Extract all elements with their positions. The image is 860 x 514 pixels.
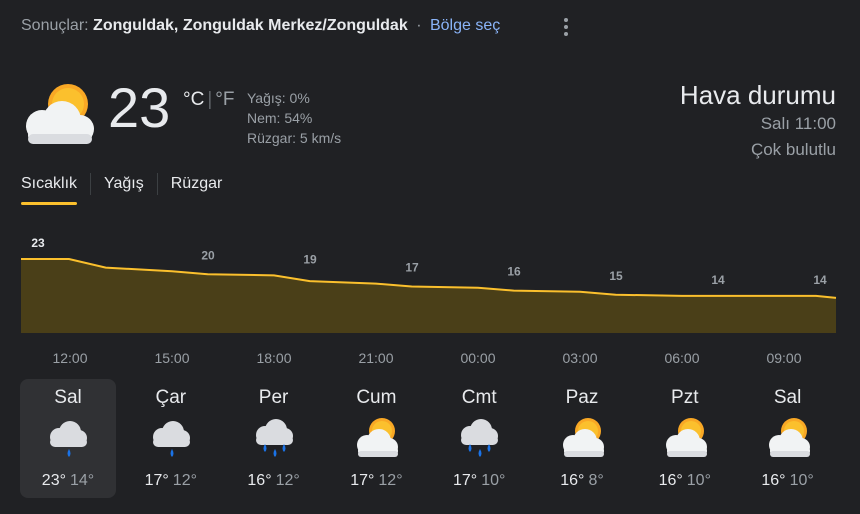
high-temp: 17°: [144, 472, 169, 489]
day-temps: 16° 12°: [226, 472, 322, 490]
high-temp: 16°: [658, 472, 683, 489]
more-options-icon[interactable]: [556, 15, 576, 39]
high-temp: 23°: [41, 472, 66, 489]
day-name: Pzt: [671, 387, 699, 408]
rain-icon: [50, 421, 87, 457]
day-name: Çar: [155, 387, 187, 408]
heavy-rain-icon: [461, 419, 499, 457]
weather-title: Hava durumu: [679, 80, 836, 110]
chart-data-label: 15: [609, 269, 623, 283]
tab-divider: [90, 173, 92, 195]
low-temp: 10°: [789, 472, 814, 489]
day-temps: 16° 10°: [637, 472, 733, 490]
day-name: Paz: [565, 387, 599, 408]
chart-data-label: 17: [405, 261, 419, 275]
humidity-text: Nem: 54%: [247, 110, 313, 126]
chart-time-label: 18:00: [256, 350, 291, 366]
forecast-day[interactable]: Pzt 16° 10°: [637, 379, 733, 498]
daily-forecast: Sal 23° 14° Çar 17° 12° Per 16° 12° Cum 17° 12° Cmt 1…: [20, 379, 842, 498]
chart-tabs: Sıcaklık Yağış Rüzgar: [21, 173, 223, 205]
day-temps: 16° 10°: [740, 472, 836, 490]
chart-data-label: 14: [711, 273, 725, 287]
day-temps: 17° 12°: [328, 472, 424, 490]
day-name: Sal: [54, 387, 82, 408]
tab-precipitation[interactable]: Yağış: [104, 175, 144, 205]
condition-text: Çok bulutlu: [750, 140, 836, 159]
current-time: Salı 11:00: [760, 114, 836, 133]
tab-wind[interactable]: Rüzgar: [171, 175, 223, 205]
chart-time-label: 21:00: [358, 350, 393, 366]
forecast-day[interactable]: Per 16° 12°: [226, 379, 322, 498]
chart-data-label: 16: [507, 265, 521, 279]
chart-time-label: 15:00: [154, 350, 189, 366]
day-temps: 17° 10°: [431, 472, 527, 490]
forecast-day[interactable]: Cum 17° 12°: [328, 379, 424, 498]
weather-summary: Hava durumu Salı 11:00 Çok bulutlu: [680, 79, 836, 163]
day-name: Sal: [773, 387, 802, 408]
partly-cloudy-icon: [768, 418, 810, 457]
weather-details: Yağış: 0% Nem: 54% Rüzgar: 5 km/s: [247, 88, 341, 148]
partly-cloudy-icon: [357, 418, 399, 457]
heavy-rain-icon: [255, 419, 293, 457]
tab-divider: [156, 173, 158, 195]
rain-icon: [152, 421, 190, 457]
day-temps: 23° 14°: [20, 472, 116, 490]
partly-cloudy-icon: [665, 418, 707, 457]
forecast-day[interactable]: Sal 23° 14°: [20, 379, 116, 498]
chart-time-label: 09:00: [766, 350, 801, 366]
select-region-link[interactable]: Bölge seç: [430, 17, 500, 34]
unit-switch: °C | °F: [183, 89, 234, 111]
fahrenheit-unit[interactable]: °F: [215, 89, 234, 110]
day-temps: 17° 12°: [123, 472, 219, 490]
chart-time-label: 06:00: [664, 350, 699, 366]
high-temp: 16°: [761, 472, 786, 489]
high-temp: 17°: [452, 472, 478, 489]
high-temp: 16°: [247, 472, 272, 489]
low-temp: 12°: [378, 472, 403, 489]
forecast-day[interactable]: Cmt 17° 10°: [431, 379, 527, 498]
high-temp: 16°: [560, 472, 585, 489]
day-name: Per: [258, 387, 289, 408]
partly-cloudy-icon: [562, 418, 604, 457]
day-temps: 16° 8°: [534, 472, 630, 490]
chart-time-label: 03:00: [562, 350, 597, 366]
day-name: Cum: [356, 387, 397, 408]
separator-dot: ·: [416, 17, 422, 34]
low-temp: 12°: [275, 472, 300, 489]
chart-time-label: 12:00: [52, 350, 87, 366]
chart-data-label: 19: [303, 252, 317, 266]
temperature-chart: 23 20 19 17 16 15 14 14 12:00 15:00 18:00 21:00 00:0…: [21, 236, 837, 366]
low-temp: 8°: [588, 472, 604, 489]
wind-text: Rüzgar: 5 km/s: [247, 130, 342, 146]
chart-data-label: 23: [31, 236, 45, 250]
chart-data-label: 20: [201, 248, 215, 262]
precipitation-text: Yağış: 0%: [247, 90, 310, 106]
celsius-unit[interactable]: °C: [183, 89, 204, 110]
results-prefix: Sonuçlar:: [21, 17, 89, 34]
forecast-day[interactable]: Paz 16° 8°: [534, 379, 630, 498]
chart-time-label: 00:00: [460, 350, 495, 366]
low-temp: 10°: [686, 472, 711, 489]
location-name: Zonguldak, Zonguldak Merkez/Zonguldak: [93, 17, 408, 34]
high-temp: 17°: [350, 472, 375, 489]
current-temperature: 23: [108, 76, 171, 139]
low-temp: 14°: [70, 472, 95, 489]
forecast-day[interactable]: Sal 16° 10°: [740, 379, 836, 498]
results-header: Sonuçlar: Zonguldak, Zonguldak Merkez/Zo…: [21, 17, 500, 35]
tab-temperature[interactable]: Sıcaklık: [21, 175, 78, 205]
low-temp: 12°: [172, 472, 197, 489]
chart-data-label: 14: [813, 273, 827, 287]
day-name: Cmt: [461, 387, 497, 408]
forecast-day[interactable]: Çar 17° 12°: [123, 379, 219, 498]
unit-separator: |: [207, 89, 213, 110]
partly-cloudy-icon: [26, 84, 94, 144]
low-temp: 10°: [481, 472, 506, 489]
